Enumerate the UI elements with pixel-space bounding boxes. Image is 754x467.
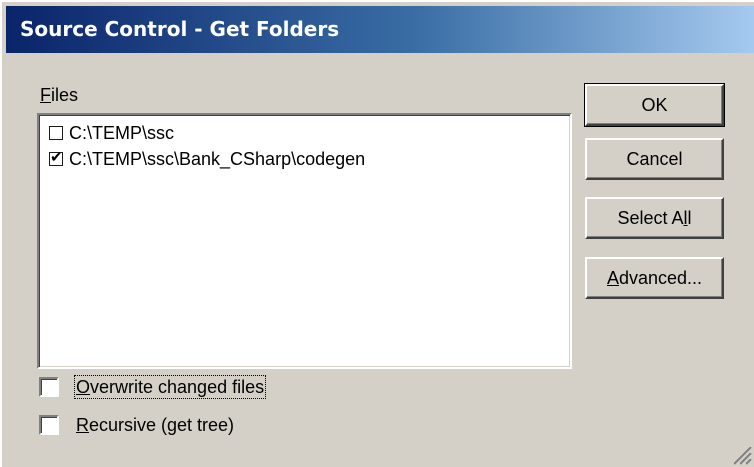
window-title: Source Control - Get Folders: [20, 17, 340, 41]
overwrite-label[interactable]: Overwrite changed files: [73, 375, 267, 399]
ok-button-label: OK: [641, 94, 668, 115]
list-item[interactable]: ✔ C:\TEMP\ssc\Bank_CSharp\codegen: [49, 147, 365, 171]
cancel-button[interactable]: Cancel: [585, 138, 724, 180]
list-item-checkbox[interactable]: ✔: [49, 149, 63, 166]
list-item-checkbox[interactable]: [49, 126, 63, 140]
list-item[interactable]: C:\TEMP\ssc: [49, 121, 174, 145]
files-label-rest: iles: [51, 85, 79, 105]
ok-button[interactable]: OK: [584, 83, 725, 127]
recursive-checkbox[interactable]: [39, 415, 59, 435]
files-listbox[interactable]: C:\TEMP\ssc ✔ C:\TEMP\ssc\Bank_CSharp\co…: [37, 113, 572, 369]
advanced-post: dvanced...: [618, 267, 703, 288]
files-label-accel: F: [40, 85, 51, 105]
advanced-accel: A: [606, 267, 619, 288]
cancel-button-label: Cancel: [626, 148, 683, 169]
overwrite-accel: O: [76, 377, 91, 397]
select-all-pre: Select A: [617, 207, 684, 228]
select-all-button[interactable]: Select All: [585, 197, 724, 239]
list-item-label: C:\TEMP\ssc: [69, 122, 175, 143]
recursive-accel: R: [76, 415, 89, 435]
select-all-button-label: Select All: [617, 208, 691, 229]
advanced-button-label: Advanced...: [607, 268, 702, 289]
overwrite-label-focus: Overwrite changed files: [73, 375, 267, 399]
get-folders-dialog: Source Control - Get Folders Files C:\TE…: [0, 0, 754, 467]
list-item-label: C:\TEMP\ssc\Bank_CSharp\codegen: [69, 148, 366, 169]
recursive-label[interactable]: Recursive (get tree): [76, 415, 234, 436]
overwrite-checkbox[interactable]: [39, 377, 59, 397]
title-bar[interactable]: Source Control - Get Folders: [6, 6, 754, 53]
advanced-button[interactable]: Advanced...: [585, 257, 724, 299]
select-all-post: l: [687, 207, 692, 228]
recursive-rest: ecursive (get tree): [89, 415, 235, 435]
checkmark-icon: ✔: [50, 149, 63, 166]
files-label: Files: [40, 85, 78, 106]
size-grip-icon[interactable]: [730, 443, 752, 465]
overwrite-rest: verwrite changed files: [90, 377, 265, 397]
